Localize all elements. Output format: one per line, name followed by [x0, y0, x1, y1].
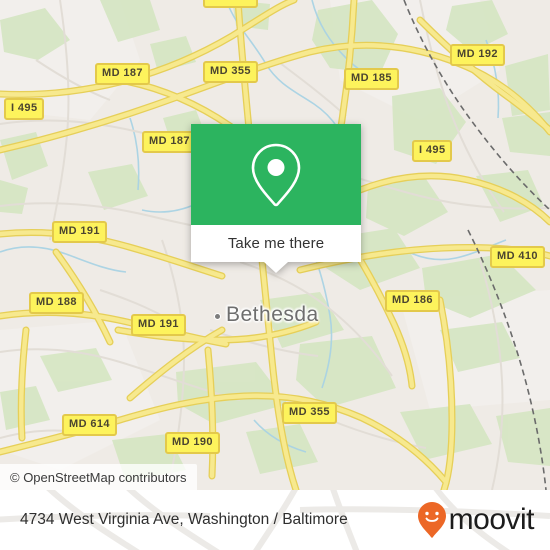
attribution-text: © OpenStreetMap contributors — [10, 469, 187, 485]
attribution-bar[interactable]: © OpenStreetMap contributors — [0, 464, 197, 490]
moovit-wordmark: moovit — [448, 503, 535, 536]
location-pin-icon — [251, 143, 301, 206]
road-shield: MD 614 — [62, 414, 117, 436]
road-shield: MD 185 — [344, 68, 399, 90]
road-shield: MD 190 — [165, 432, 220, 454]
city-marker-dot — [214, 313, 221, 320]
popup-tail — [264, 262, 288, 273]
road-shield: MD 191 — [52, 221, 107, 243]
road-shield: MD 191 — [131, 314, 186, 336]
road-shield: MD 187 — [142, 131, 197, 153]
road-shield: MD 355 — [282, 402, 337, 424]
address-text: 4734 West Virginia Ave, Washington / Bal… — [20, 511, 348, 528]
city-label-bethesda: Bethesda — [226, 303, 319, 326]
take-me-there-label: Take me there — [227, 235, 325, 252]
road-shield-cropped: MD 355 — [203, 0, 258, 8]
road-shield: MD 186 — [385, 290, 440, 312]
footer-bar: 4734 West Virginia Ave, Washington / Bal… — [0, 490, 550, 550]
moovit-logo[interactable]: moovit — [417, 501, 535, 539]
road-shield: MD 188 — [29, 292, 84, 314]
road-shield: MD 187 — [95, 63, 150, 85]
map-canvas[interactable]: MD 187 MD 355 MD 185 MD 192 I 495 I 495 … — [0, 0, 550, 490]
road-shield: I 495 — [4, 98, 45, 120]
road-shield: MD 192 — [450, 44, 505, 66]
road-shield: MD 410 — [490, 246, 545, 268]
popup-action-bar[interactable]: Take me there — [191, 225, 361, 273]
moovit-pin-icon — [417, 502, 446, 538]
footer-content: 4734 West Virginia Ave, Washington / Bal… — [0, 490, 550, 550]
popup-header — [191, 124, 361, 225]
map-screenshot-root: MD 187 MD 355 MD 185 MD 192 I 495 I 495 … — [0, 0, 550, 550]
take-me-there-popup[interactable]: Take me there — [191, 124, 361, 273]
road-shield: MD 355 — [203, 61, 258, 83]
road-shield: I 495 — [412, 140, 453, 162]
